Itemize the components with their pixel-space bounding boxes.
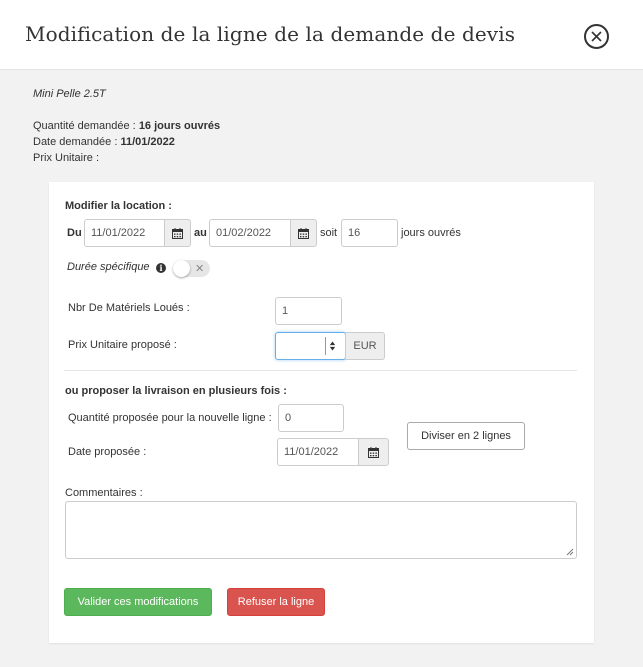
modal-body: Mini Pelle 2.5T Quantité demandée : 16 j… bbox=[0, 70, 643, 667]
requested-quantity-label: Quantité demandée : bbox=[33, 120, 136, 132]
from-label: Du bbox=[67, 227, 82, 239]
calendar-icon bbox=[298, 227, 309, 239]
date-from-input[interactable]: 11/01/2022 bbox=[84, 219, 165, 247]
requested-date-value: 11/01/2022 bbox=[120, 136, 175, 148]
split-date-label: Date proposée : bbox=[68, 446, 147, 458]
soit-label: soit bbox=[320, 227, 338, 239]
days-unit-label: jours ouvrés bbox=[401, 227, 461, 239]
refuse-button[interactable]: Refuser la ligne bbox=[227, 588, 325, 616]
section-divider bbox=[64, 370, 577, 371]
spinner-arrows-icon bbox=[329, 341, 336, 351]
unit-price-label: Prix Unitaire : bbox=[33, 152, 100, 164]
info-icon: i bbox=[156, 263, 166, 273]
date-to-input[interactable]: 01/02/2022 bbox=[209, 219, 291, 247]
modal-header: Modification de la ligne de la demande d… bbox=[0, 0, 643, 70]
split-date-calendar-button[interactable] bbox=[358, 438, 389, 466]
comments-label: Commentaires : bbox=[65, 487, 143, 499]
requested-date-label: Date demandée : bbox=[33, 136, 118, 148]
modal-title: Modification de la ligne de la demande d… bbox=[25, 22, 516, 46]
toggle-knob bbox=[173, 260, 190, 277]
date-from-calendar-button[interactable] bbox=[164, 219, 191, 247]
days-input[interactable]: 16 bbox=[341, 219, 398, 247]
split-date-input[interactable]: 11/01/2022 bbox=[277, 438, 359, 466]
date-to-calendar-button[interactable] bbox=[290, 219, 317, 247]
proposed-price-label: Prix Unitaire proposé : bbox=[68, 339, 177, 351]
split-heading: ou proposer la livraison en plusieurs fo… bbox=[65, 385, 287, 397]
toggle-off-icon: ✕ bbox=[195, 263, 205, 275]
quantity-input[interactable]: 1 bbox=[275, 297, 342, 325]
location-heading: Modifier la location : bbox=[65, 200, 172, 212]
close-icon bbox=[591, 31, 602, 42]
resize-handle-icon[interactable] bbox=[566, 548, 574, 556]
edit-panel: Modifier la location : Du 11/01/2022 au … bbox=[49, 182, 594, 643]
product-name: Mini Pelle 2.5T bbox=[33, 88, 106, 100]
specific-duration-toggle[interactable]: ✕ bbox=[173, 260, 210, 277]
comments-textarea[interactable] bbox=[65, 501, 577, 559]
modal-dialog: Modification de la ligne de la demande d… bbox=[0, 0, 643, 667]
split-quantity-input[interactable]: 0 bbox=[278, 404, 344, 432]
calendar-icon bbox=[368, 446, 379, 458]
currency-addon: EUR bbox=[345, 332, 385, 360]
to-label: au bbox=[194, 227, 207, 239]
close-button[interactable] bbox=[584, 24, 609, 49]
validate-button[interactable]: Valider ces modifications bbox=[64, 588, 212, 616]
requested-quantity: Quantité demandée : 16 jours ouvrés bbox=[33, 120, 220, 132]
quantity-label: Nbr De Matériels Loués : bbox=[68, 302, 190, 314]
price-spinner[interactable] bbox=[325, 337, 337, 355]
split-quantity-label: Quantité proposée pour la nouvelle ligne… bbox=[68, 412, 272, 424]
specific-duration-label: Durée spécifique bbox=[67, 261, 150, 273]
split-button[interactable]: Diviser en 2 lignes bbox=[407, 422, 525, 450]
requested-date: Date demandée : 11/01/2022 bbox=[33, 136, 175, 148]
calendar-icon bbox=[172, 227, 183, 239]
requested-quantity-value: 16 jours ouvrés bbox=[138, 120, 221, 132]
